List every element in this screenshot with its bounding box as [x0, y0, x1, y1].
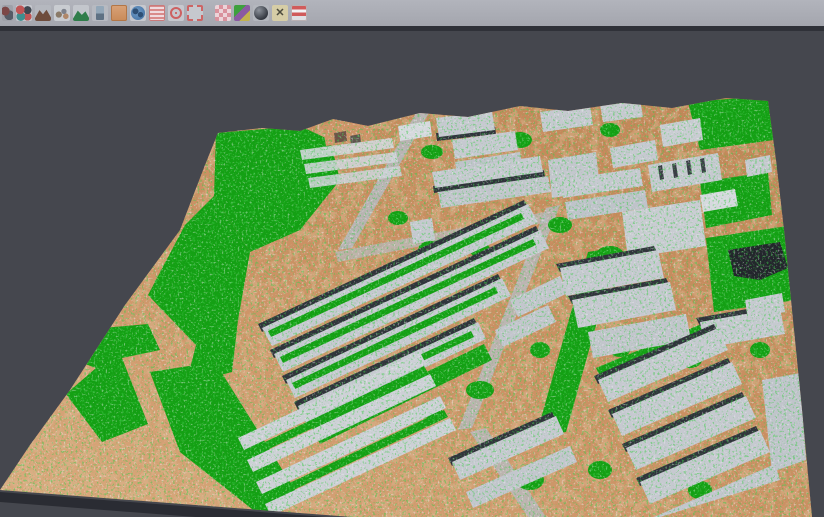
point-cluster-icon[interactable] — [2, 5, 13, 21]
sphere-icon[interactable] — [253, 5, 269, 21]
checker-pattern-icon[interactable] — [215, 5, 231, 21]
crop-marks-icon[interactable] — [187, 5, 203, 21]
viewport-3d[interactable] — [0, 31, 824, 517]
box-icon[interactable] — [111, 5, 127, 21]
green-terrain-icon[interactable] — [73, 5, 89, 21]
target-circle-icon[interactable] — [168, 5, 184, 21]
striped-flag-icon[interactable] — [291, 5, 307, 21]
ruler-icon[interactable] — [92, 5, 108, 21]
toolbar — [0, 0, 824, 26]
colormap-icon[interactable] — [234, 5, 250, 21]
speckle-green — [0, 90, 824, 517]
red-list-icon[interactable] — [149, 5, 165, 21]
gray-points-icon[interactable] — [54, 5, 70, 21]
scatter-points-icon[interactable] — [16, 5, 32, 21]
application-window — [0, 0, 824, 517]
terrain — [0, 90, 824, 517]
toolbar-separator — [206, 13, 212, 14]
globe-icon[interactable] — [130, 5, 146, 21]
mountain-icon[interactable] — [35, 5, 51, 21]
cut-icon[interactable] — [272, 5, 288, 21]
scene-canvas[interactable] — [0, 31, 824, 517]
